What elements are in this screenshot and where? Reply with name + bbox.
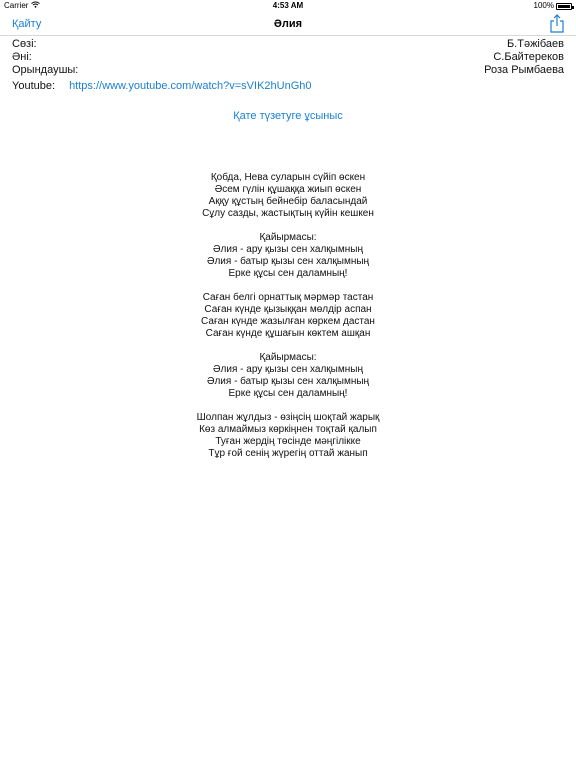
lyrics-line: Туған жердің төсінде мәңгілікке xyxy=(215,436,361,447)
lyrics-line: Әлия - батыр қызы сен халқымның xyxy=(206,256,370,267)
lyrics-line: Ерке құсы сен даламның! xyxy=(228,388,348,399)
lyrics-line: Саған белгі орнаттық мәрмәр тастан xyxy=(202,292,374,303)
lyrics-line: Әлия - ару қызы сен халқымның xyxy=(213,244,363,255)
navigation-bar: Қайту Әлия xyxy=(0,12,576,36)
status-time: 4:53 AM xyxy=(272,1,304,10)
performer-row: Орындаушы: Роза Рымбаева xyxy=(12,64,564,77)
performer-value: Роза Рымбаева xyxy=(484,64,564,76)
status-right: 100% xyxy=(533,0,574,12)
youtube-row: Youtube: https://www.youtube.com/watch?v… xyxy=(12,80,312,93)
lyrics-line: Қобда, Нева суларын сүйіп өскен xyxy=(210,172,366,183)
lyrics-stanza: Қайырмасы: Әлия - ару қызы сен халқымның Ә… xyxy=(0,352,576,400)
share-icon xyxy=(549,14,565,36)
lyrics-author-value: Б.Тәжібаев xyxy=(506,38,564,50)
lyrics-line: Саған күнде қызыққан мөлдір аспан xyxy=(204,304,372,315)
music-author-value: С.Байтереков xyxy=(493,51,564,63)
lyrics-line: Әлия - ару қызы сен халқымның xyxy=(213,364,363,375)
lyrics-line: Әлия - батыр қызы сен халқымның xyxy=(206,376,370,387)
lyrics-stanza: Қобда, Нева суларын сүйіп өскен Әсем гүлі… xyxy=(0,172,576,220)
page-title: Әлия xyxy=(273,18,303,30)
youtube-link[interactable]: https://www.youtube.com/watch?v=sVIK2hUn… xyxy=(69,80,311,92)
music-author-label: Әні: xyxy=(12,51,32,63)
music-author-row: Әні: С.Байтереков xyxy=(12,51,564,64)
lyrics-line: Қайырмасы: xyxy=(259,352,317,363)
lyrics-stanza: Саған белгі орнаттық мәрмәр тастан Саған … xyxy=(0,292,576,340)
lyrics-line: Тұр ғой сенің жүрегің оттай жанып xyxy=(208,448,368,459)
lyrics-line: Қайырмасы: xyxy=(259,232,317,243)
share-button[interactable] xyxy=(548,14,566,34)
lyrics-line: Әсем гүлін құшаққа жиып өскен xyxy=(214,184,362,195)
lyrics-line: Саған күнде құшағын көктем ашқан xyxy=(205,328,371,339)
lyrics-line: Ерке құсы сен даламның! xyxy=(228,268,348,279)
lyrics-line: Сұлу сазды, жастықтың күйін кешкен xyxy=(202,208,374,219)
performer-label: Орындаушы: xyxy=(12,64,79,76)
lyrics-line: Шолпан жұлдыз - өзіңсің шоқтай жарық xyxy=(196,412,380,423)
suggest-correction-row: Қате түзетуге ұсыныс xyxy=(0,110,576,122)
lyrics-line: Аққу құстың бейнебір баласындай xyxy=(208,196,368,207)
suggest-correction-link[interactable]: Қате түзетуге ұсыныс xyxy=(233,110,343,122)
lyrics-author-label: Сөзі: xyxy=(12,38,37,50)
lyrics-text: Қобда, Нева суларын сүйіп өскен Әсем гүлі… xyxy=(0,172,576,472)
lyrics-author-row: Сөзі: Б.Тәжібаев xyxy=(12,38,564,51)
lyrics-line: Көз алмаймыз көркіңнен тоқтай қалып xyxy=(199,424,377,435)
battery-icon xyxy=(556,2,574,10)
lyrics-stanza: Қайырмасы: Әлия - ару қызы сен халқымның Ә… xyxy=(0,232,576,280)
lyrics-line: Саған күнде жазылған көркем дастан xyxy=(201,316,375,327)
battery-percent: 100% xyxy=(533,1,554,10)
status-bar: Carrier 4:53 AM 100% xyxy=(0,0,576,12)
youtube-label: Youtube: xyxy=(12,80,56,92)
lyrics-stanza: Шолпан жұлдыз - өзіңсің шоқтай жарық Көз … xyxy=(0,412,576,460)
